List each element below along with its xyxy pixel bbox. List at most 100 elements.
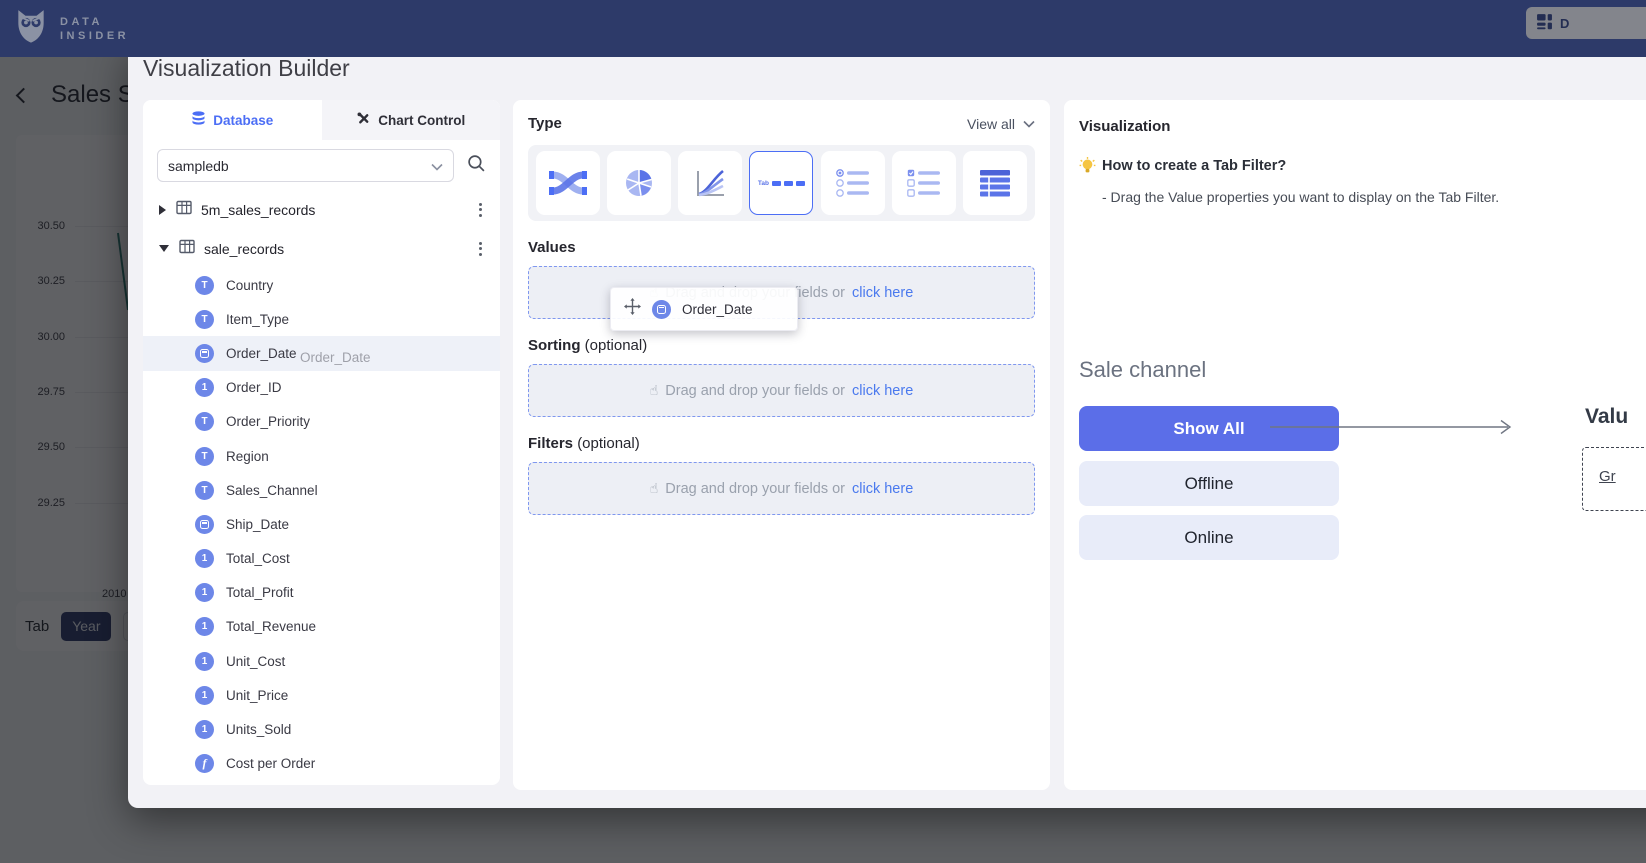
number-field-icon: 1 xyxy=(195,378,214,397)
dropzone-text: Drag and drop your fields or xyxy=(665,481,845,497)
top-navbar: DATA INSIDER D xyxy=(0,0,1646,57)
brand-logo[interactable]: DATA INSIDER xyxy=(12,6,129,51)
line-chart-icon xyxy=(694,167,726,199)
chart-type-strip: Tab xyxy=(528,145,1035,221)
field-row[interactable]: 1 Unit_Cost xyxy=(143,644,500,678)
option-online[interactable]: Online xyxy=(1079,515,1339,560)
type-pie[interactable] xyxy=(607,151,671,215)
number-field-icon: 1 xyxy=(195,617,214,636)
table-icon xyxy=(179,239,195,259)
field-label: Order_ID xyxy=(226,380,282,395)
visualization-panel: Visualization How to create a Tab Filter… xyxy=(1064,100,1646,790)
field-row[interactable]: 1 Units_Sold xyxy=(143,712,500,746)
field-row[interactable]: T Sales_Channel xyxy=(143,473,500,507)
field-label: Region xyxy=(226,449,269,464)
filters-section-label: Filters (optional) xyxy=(528,435,1035,452)
table-menu-icon[interactable] xyxy=(476,239,485,259)
field-row[interactable]: T Item_Type xyxy=(143,302,500,336)
chevron-down-icon xyxy=(1023,120,1035,128)
sorting-section-label: Sorting (optional) xyxy=(528,337,1035,354)
table-row-5m-sales-records[interactable]: 5m_sales_records xyxy=(143,190,500,229)
view-all-button[interactable]: View all xyxy=(967,116,1035,132)
caret-down-icon[interactable] xyxy=(159,245,169,252)
pie-chart-icon xyxy=(623,167,655,199)
field-row[interactable]: T Order_Priority xyxy=(143,405,500,439)
field-label: Country xyxy=(226,278,273,293)
owl-logo-icon xyxy=(12,6,50,51)
table-row-sale-records[interactable]: sale_records xyxy=(143,229,500,268)
type-section-label: Type xyxy=(528,115,562,132)
field-row[interactable]: 1 Total_Revenue xyxy=(143,610,500,644)
date-field-icon xyxy=(195,344,214,363)
dashboard-nav-label: D xyxy=(1560,16,1569,31)
table-list-icon xyxy=(978,168,1012,198)
field-row[interactable]: f Cost per Order xyxy=(143,747,500,781)
click-here-link[interactable]: click here xyxy=(852,383,913,399)
radio-list-icon xyxy=(835,168,871,198)
database-select[interactable]: sampledb xyxy=(157,149,454,182)
database-icon xyxy=(191,111,206,129)
number-field-icon: 1 xyxy=(195,549,214,568)
option-offline[interactable]: Offline xyxy=(1079,461,1339,506)
field-label: Total_Cost xyxy=(226,551,290,566)
tools-icon xyxy=(356,111,371,129)
sankey-icon xyxy=(549,168,587,198)
field-row[interactable]: 1 Total_Profit xyxy=(143,576,500,610)
number-field-icon: 1 xyxy=(195,686,214,705)
text-field-icon: T xyxy=(195,412,214,431)
dropzone-text: Drag and drop your fields or xyxy=(665,383,845,399)
field-row[interactable]: T Region xyxy=(143,439,500,473)
type-line[interactable] xyxy=(678,151,742,215)
tab-database[interactable]: Database xyxy=(143,100,322,140)
table-menu-icon[interactable] xyxy=(476,200,485,220)
hand-pointer-icon: ☝ xyxy=(650,481,659,497)
date-field-icon xyxy=(195,515,214,534)
annotation-dashed-box: Gr xyxy=(1582,447,1646,511)
chip-label: Order_Date xyxy=(682,302,753,317)
field-label: Ship_Date xyxy=(226,517,289,532)
field-row[interactable]: 1 Unit_Price xyxy=(143,678,500,712)
field-label: Order_Date xyxy=(226,346,297,361)
type-radio-list[interactable] xyxy=(821,151,885,215)
search-icon[interactable] xyxy=(467,154,486,178)
field-row[interactable]: Ship_Date xyxy=(143,507,500,541)
checkbox-list-icon xyxy=(906,168,942,198)
field-label: Unit_Cost xyxy=(226,654,285,669)
type-sankey[interactable] xyxy=(536,151,600,215)
sorting-dropzone[interactable]: ☝ Drag and drop your fields or click her… xyxy=(528,364,1035,417)
brand-text: DATA INSIDER xyxy=(60,15,129,43)
caret-right-icon[interactable] xyxy=(159,205,166,215)
filters-dropzone[interactable]: ☝ Drag and drop your fields or click her… xyxy=(528,462,1035,515)
tab-filter-icon: Tab xyxy=(758,180,805,187)
tab-chart-control[interactable]: Chart Control xyxy=(322,100,501,140)
builder-panel: Type View all xyxy=(513,100,1050,790)
tip-body: - Drag the Value properties you want to … xyxy=(1102,189,1499,205)
field-row[interactable]: 1 Total_Cost xyxy=(143,542,500,576)
annotation-arrow xyxy=(1264,415,1519,439)
annotation-link[interactable]: Gr xyxy=(1599,468,1616,485)
type-checkbox-list[interactable] xyxy=(892,151,956,215)
click-here-link[interactable]: click here xyxy=(852,481,913,497)
text-field-icon: T xyxy=(195,276,214,295)
dashboard-nav-button[interactable]: D xyxy=(1526,7,1646,39)
field-row[interactable]: 1 Order_ID xyxy=(143,371,500,405)
click-here-link[interactable]: click here xyxy=(852,285,913,301)
values-section-label: Values xyxy=(528,239,1035,256)
modal-title: Visualization Builder xyxy=(143,55,350,82)
hand-pointer-icon: ☝ xyxy=(650,383,659,399)
field-label: Total_Profit xyxy=(226,585,294,600)
dragged-field-chip[interactable]: Order_Date xyxy=(610,287,798,331)
number-field-icon: 1 xyxy=(195,652,214,671)
field-label: Item_Type xyxy=(226,312,289,327)
date-field-icon xyxy=(652,300,671,319)
field-label: Sales_Channel xyxy=(226,483,318,498)
widget-title: Sale channel xyxy=(1079,357,1206,383)
tab-database-label: Database xyxy=(213,113,273,128)
number-field-icon: 1 xyxy=(195,720,214,739)
field-row[interactable]: T Country xyxy=(143,268,500,302)
tip-title: How to create a Tab Filter? xyxy=(1102,158,1286,174)
move-icon xyxy=(624,298,641,320)
type-tab-filter[interactable]: Tab xyxy=(749,151,813,215)
type-table[interactable] xyxy=(963,151,1027,215)
database-select-value: sampledb xyxy=(168,158,431,174)
